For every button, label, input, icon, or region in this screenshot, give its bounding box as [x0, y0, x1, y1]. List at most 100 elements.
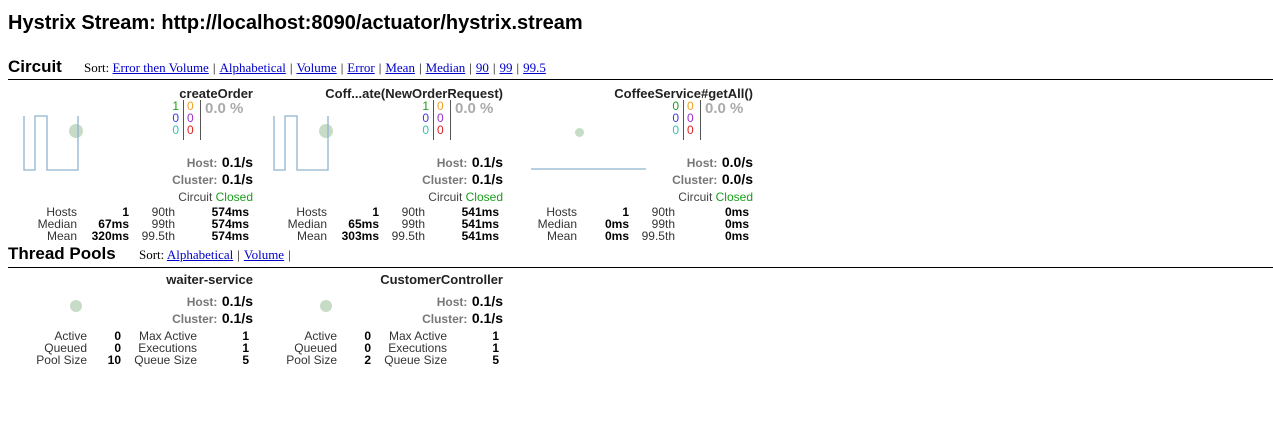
- host-rate: 0.0/s: [721, 154, 753, 170]
- sort-error-link[interactable]: Error: [347, 60, 374, 75]
- circuit-section-title: Circuit: [8, 57, 62, 76]
- bad-request-count: 0: [672, 123, 679, 137]
- divider-line: [433, 100, 434, 140]
- divider-line: [683, 100, 684, 140]
- error-percentage: 0.0 %: [455, 100, 494, 117]
- host-rate: 0.1/s: [471, 293, 503, 309]
- circuit-status-row: Circuit Closed: [678, 190, 753, 204]
- host-rate-row: Host: 0.0/s: [687, 154, 753, 172]
- circuit-card[interactable]: CoffeeService#getAll() 0 0 0 0 0 0 0.0 %…: [503, 84, 753, 244]
- circuit-status-row: Circuit Closed: [178, 190, 253, 204]
- queue-size-label: Queue Size: [134, 353, 197, 367]
- health-circle: [70, 300, 82, 312]
- host-label: Host:: [686, 156, 718, 170]
- failure-count: 0: [687, 123, 694, 137]
- circuit-status: Closed: [215, 190, 253, 204]
- threadpool-section-title: Thread Pools: [8, 244, 116, 263]
- mean-label: Mean: [296, 229, 327, 243]
- sort-99-5-link[interactable]: 99.5: [523, 60, 546, 75]
- circuit-label: Circuit: [178, 190, 213, 204]
- circuit-label: Circuit: [428, 190, 463, 204]
- host-rate: 0.1/s: [221, 293, 253, 309]
- queue-size-value: 5: [242, 353, 249, 367]
- threadpool-name: waiter-service: [166, 272, 253, 287]
- sort-99-link[interactable]: 99: [500, 60, 513, 75]
- queue-size-label: Queue Size: [384, 353, 447, 367]
- host-rate-row: Host: 0.1/s: [187, 154, 253, 172]
- p995-value: 0ms: [724, 229, 749, 243]
- cluster-rate-row: Cluster: 0.1/s: [172, 310, 253, 328]
- divider-line: [200, 100, 201, 140]
- p995-value: 574ms: [211, 229, 249, 243]
- divider-line: [183, 100, 184, 140]
- sort-label: Sort:: [84, 60, 110, 75]
- cluster-rate-row: Cluster: 0.1/s: [172, 171, 253, 189]
- sort-alphabetical-link[interactable]: Alphabetical: [219, 60, 285, 75]
- circuit-status: Closed: [465, 190, 503, 204]
- cluster-label: Cluster:: [422, 173, 468, 187]
- circuit-status: Closed: [715, 190, 753, 204]
- page-title: Hystrix Stream: http://localhost:8090/ac…: [8, 12, 583, 34]
- circuit-card[interactable]: createOrder 1 0 0 0 0 0 0.0 % Host: 0.1/…: [3, 84, 253, 244]
- cluster-label: Cluster:: [422, 312, 468, 326]
- host-label: Host:: [186, 156, 218, 170]
- cluster-rate-row: Cluster: 0.0/s: [672, 171, 753, 189]
- mean-value: 0ms: [604, 229, 629, 243]
- host-rate: 0.1/s: [471, 154, 503, 170]
- threadpool-card[interactable]: waiter-service Host: 0.1/s Cluster: 0.1/…: [3, 272, 253, 372]
- cluster-rate: 0.1/s: [471, 310, 503, 326]
- divider-line: [450, 100, 451, 140]
- pool-size-value: 10: [107, 353, 121, 367]
- pool-size-label: Pool Size: [286, 353, 337, 367]
- pool-size-label: Pool Size: [36, 353, 87, 367]
- sparkline: [531, 168, 646, 170]
- cluster-rate: 0.1/s: [221, 171, 253, 187]
- circuit-sort-bar: Sort: Error then Volume | Alphabetical | Vol…: [84, 60, 546, 75]
- mean-label: Mean: [46, 229, 77, 243]
- failure-count: 0: [437, 123, 444, 137]
- cluster-label: Cluster:: [172, 173, 218, 187]
- host-rate: 0.1/s: [221, 154, 253, 170]
- p995-value: 541ms: [461, 229, 499, 243]
- sort-mean-link[interactable]: Mean: [385, 60, 415, 75]
- circuit-label: Circuit: [678, 190, 713, 204]
- sort-90-link[interactable]: 90: [476, 60, 489, 75]
- sparkline: [23, 115, 79, 171]
- host-rate-row: Host: 0.1/s: [437, 154, 503, 172]
- host-label: Host:: [436, 295, 468, 309]
- pool-size-value: 2: [364, 353, 371, 367]
- error-percentage: 0.0 %: [705, 100, 744, 117]
- sort-volume-link[interactable]: Volume: [244, 247, 284, 262]
- p995-label: 99.5th: [641, 229, 675, 243]
- threadpool-sort-bar: Sort: Alphabetical | Volume |: [139, 247, 291, 262]
- cluster-rate-row: Cluster: 0.1/s: [422, 171, 503, 189]
- cluster-rate: 0.1/s: [471, 171, 503, 187]
- circuit-name: Coff...ate(NewOrderRequest): [325, 86, 503, 101]
- sort-alphabetical-link[interactable]: Alphabetical: [167, 247, 233, 262]
- bad-request-count: 0: [422, 123, 429, 137]
- mean-label: Mean: [546, 229, 577, 243]
- mean-value: 320ms: [91, 229, 129, 243]
- cluster-label: Cluster:: [672, 173, 718, 187]
- threadpool-name: CustomerController: [380, 272, 503, 287]
- failure-count: 0: [187, 123, 194, 137]
- host-rate-row: Host: 0.1/s: [437, 293, 503, 311]
- mean-value: 303ms: [341, 229, 379, 243]
- circuit-card[interactable]: Coff...ate(NewOrderRequest) 1 0 0 0 0 0 …: [253, 84, 503, 244]
- sort-label: Sort:: [139, 247, 165, 262]
- bad-request-count: 0: [172, 123, 179, 137]
- cluster-rate-row: Cluster: 0.1/s: [422, 310, 503, 328]
- circuit-status-row: Circuit Closed: [428, 190, 503, 204]
- p995-label: 99.5th: [391, 229, 425, 243]
- cluster-rate: 0.1/s: [221, 310, 253, 326]
- sort-volume-link[interactable]: Volume: [296, 60, 336, 75]
- host-label: Host:: [186, 295, 218, 309]
- cluster-label: Cluster:: [172, 312, 218, 326]
- error-percentage: 0.0 %: [205, 100, 244, 117]
- sort-median-link[interactable]: Median: [426, 60, 466, 75]
- queue-size-value: 5: [492, 353, 499, 367]
- threadpool-divider: [8, 267, 1273, 268]
- threadpool-card[interactable]: CustomerController Host: 0.1/s Cluster: …: [253, 272, 503, 372]
- sort-error-then-volume-link[interactable]: Error then Volume: [113, 60, 209, 75]
- divider-line: [700, 100, 701, 140]
